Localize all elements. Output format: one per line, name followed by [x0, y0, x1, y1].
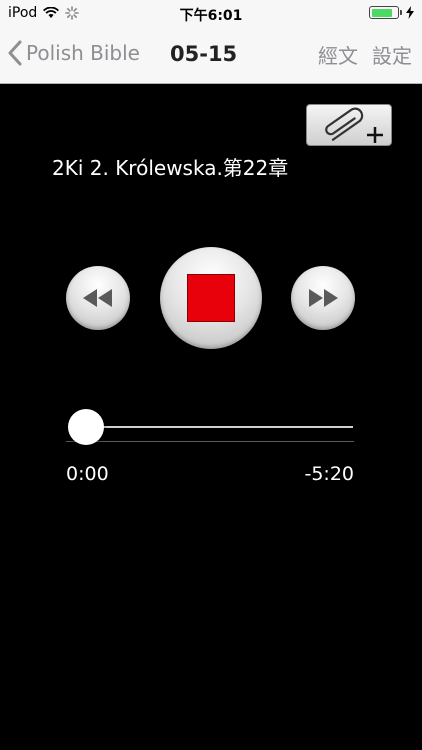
navigation-bar: Polish Bible 05-15 經文 設定 — [0, 28, 422, 84]
chevron-left-icon — [8, 40, 22, 66]
chapter-title: 2Ki 2. Królewska.第22章 — [52, 156, 289, 180]
page-title: 05-15 — [170, 42, 238, 66]
progress-track-divider — [66, 441, 354, 442]
charging-bolt-icon — [406, 6, 414, 19]
fast-forward-button[interactable] — [291, 266, 355, 330]
paperclip-plus-icon — [325, 107, 383, 143]
status-bar: iPod 下午6:01 — [0, 0, 422, 28]
stop-icon — [187, 274, 235, 322]
battery-icon — [369, 6, 399, 19]
scripture-button[interactable]: 經文 — [318, 40, 358, 69]
elapsed-time: 0:00 — [66, 463, 109, 485]
settings-button[interactable]: 設定 — [372, 40, 412, 69]
remaining-time: -5:20 — [304, 463, 354, 485]
status-time: 下午6:01 — [179, 8, 243, 24]
nav-actions: 經文 設定 — [318, 40, 412, 69]
rewind-button[interactable] — [66, 266, 130, 330]
back-button-label: Polish Bible — [26, 41, 140, 65]
battery-cap — [400, 10, 402, 15]
progress-track[interactable] — [86, 426, 353, 428]
stop-button[interactable] — [160, 247, 262, 349]
add-attachment-button[interactable] — [306, 104, 392, 146]
progress-slider-thumb[interactable] — [68, 409, 104, 445]
battery-level — [371, 8, 392, 17]
status-right — [369, 6, 414, 19]
back-button[interactable]: Polish Bible — [8, 40, 140, 66]
fast-forward-icon — [309, 289, 338, 307]
rewind-icon — [83, 289, 112, 307]
